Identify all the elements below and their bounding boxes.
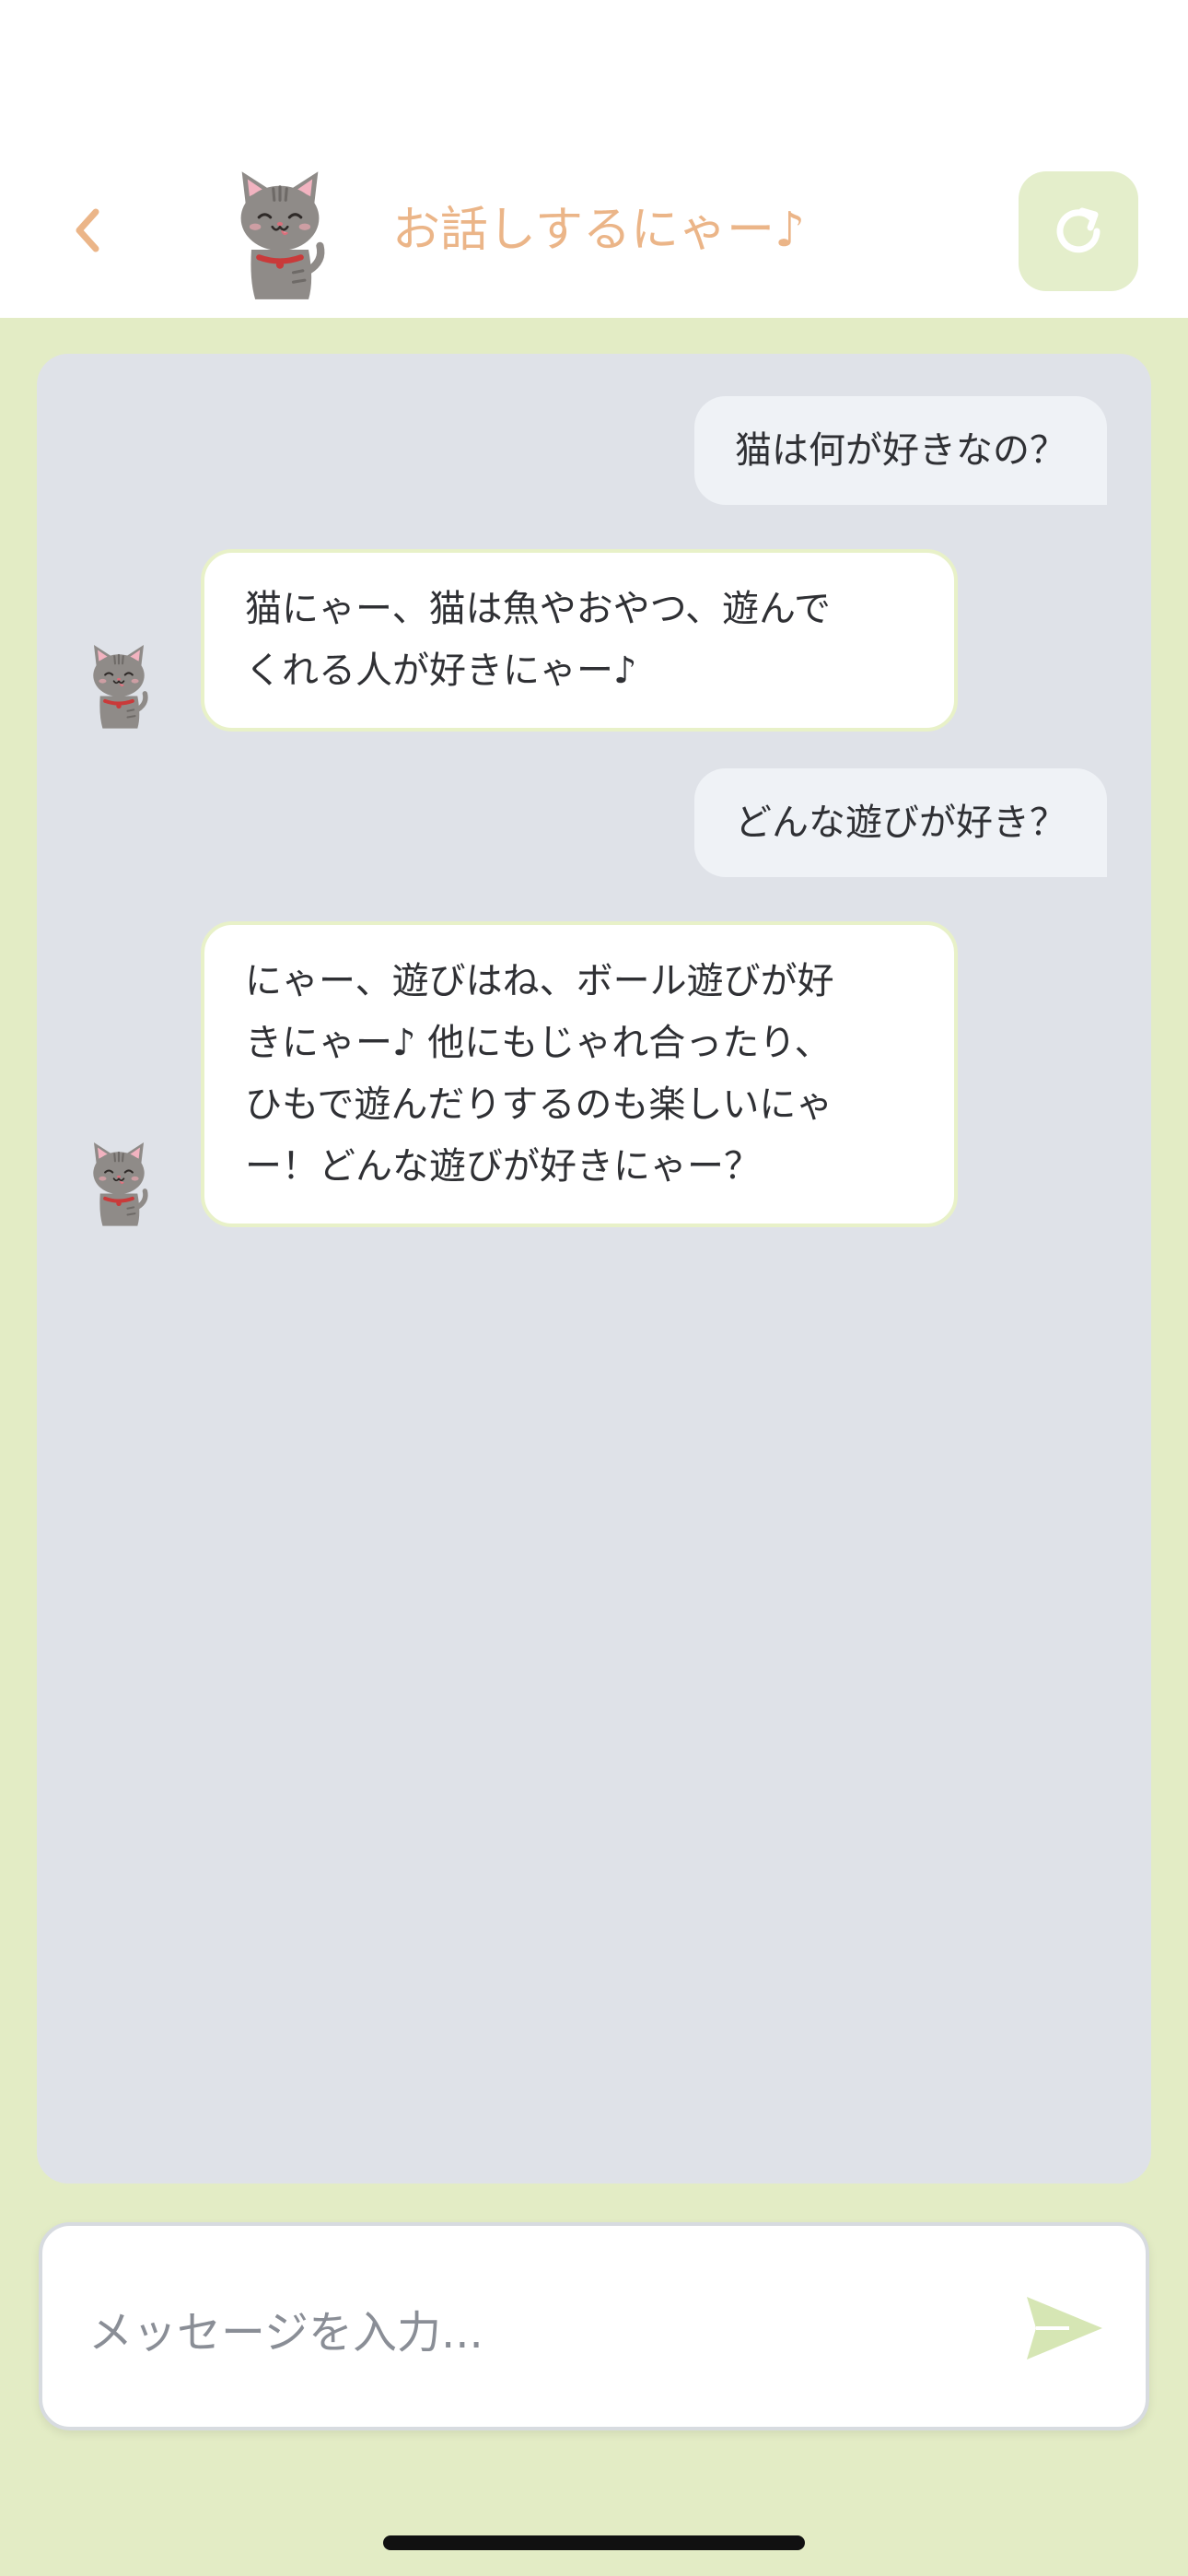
user-message-bubble: 猫は何が好きなの？ [694,396,1107,505]
message-line: ひもで遊んだりするのも楽しいにゃ [245,1083,833,1126]
app-header: お話しするにゃー♪ [0,0,1188,318]
message-composer [39,2222,1149,2430]
send-icon [1027,2297,1102,2359]
message-text: 猫は何が好きなの？ [735,428,1066,472]
send-button[interactable] [1019,2287,1111,2370]
chat-panel[interactable]: 猫は何が好きなの？ 猫にゃー、猫は魚やおやつ、遊んで くれる人が好きにゃー♪ ど… [37,354,1151,2184]
cat-avatar [92,644,160,732]
user-message-bubble: どんな遊びが好き？ [694,768,1107,877]
bot-message-bubble: 猫にゃー、猫は魚やおやつ、遊んで くれる人が好きにゃー♪ [201,549,958,732]
message-line: 猫にゃー、猫は魚やおやつ、遊んで [245,588,831,630]
chevron-left-icon [76,208,99,252]
bot-message-bubble: にゃー、遊びはね、ボール遊びが好 きにゃー♪ 他にもじゃれ合ったり、 ひもで遊ん… [201,921,958,1227]
message-line: にゃー、遊びはね、ボール遊びが好 [245,960,834,1002]
message-text: どんな遊びが好き？ [735,801,1066,844]
cat-avatar [92,1142,160,1229]
cat-avatar [239,170,343,304]
back-button[interactable] [61,201,112,260]
refresh-button[interactable] [1019,171,1138,291]
message-input[interactable] [87,2290,974,2375]
message-line: ー！どんな遊びが好きにゃー？ [245,1145,761,1188]
message-line: きにゃー♪ 他にもじゃれ合ったり、 [245,1022,832,1064]
page-title: お話しするにゃー♪ [392,203,806,258]
message-line: くれる人が好きにゃー♪ [245,650,637,692]
home-indicator [383,2535,805,2550]
refresh-icon [1056,207,1101,253]
